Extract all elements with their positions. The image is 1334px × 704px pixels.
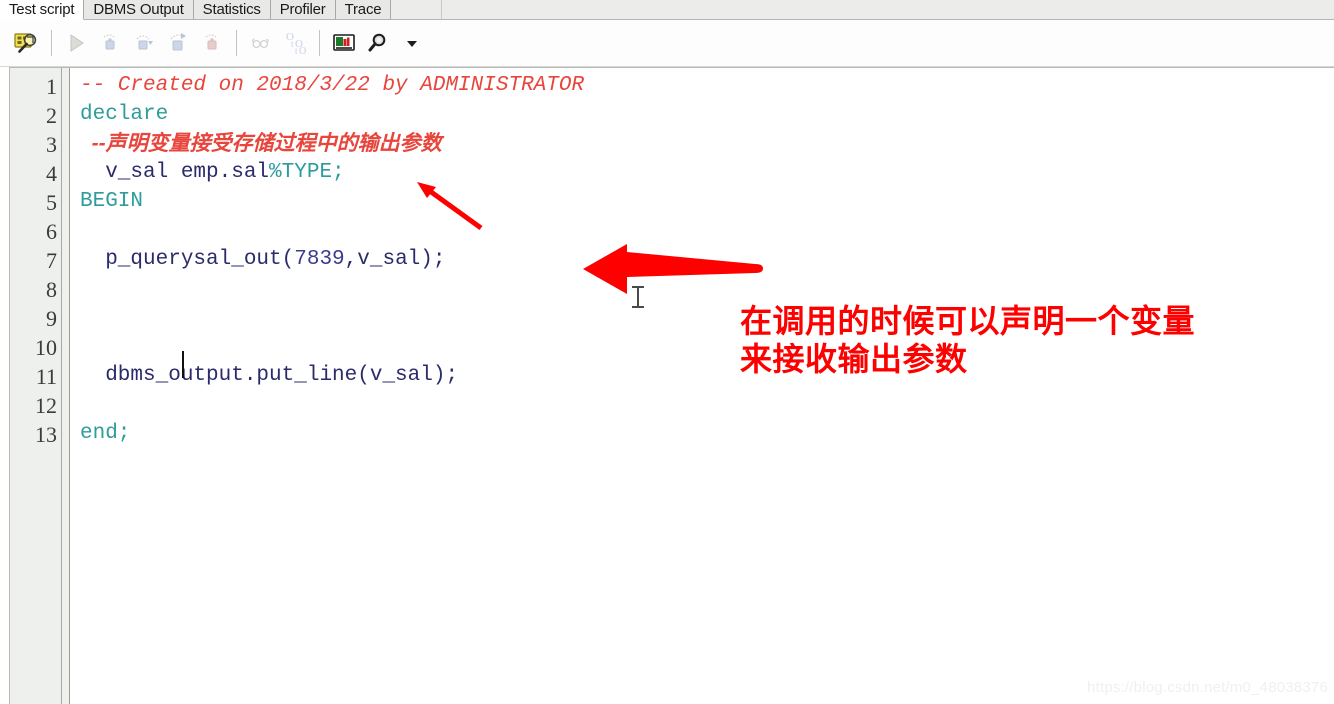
code-token: dbms_output.put_line(v_sal); <box>80 364 459 387</box>
tab-label: Test script <box>9 1 75 18</box>
code-token: end; <box>80 422 131 445</box>
line-number: 6 <box>46 219 57 244</box>
code-token: declare <box>80 103 169 126</box>
tab-test-script[interactable]: Test script <box>0 0 85 20</box>
tab-trace[interactable]: Trace <box>335 0 392 19</box>
toolbar-separator-2 <box>236 30 237 56</box>
run-icon[interactable] <box>59 26 93 60</box>
tab-label: Trace <box>344 1 382 18</box>
code-line: dbms_output.put_line(v_sal); <box>80 361 458 390</box>
code-token: p_querysal_out( <box>80 248 295 271</box>
tab-dbms-output[interactable]: DBMS Output <box>84 0 194 19</box>
tab-profiler[interactable]: Profiler <box>270 0 336 19</box>
toolbar-separator-1 <box>51 30 52 56</box>
code-token: -- Created on 2018/3/22 by ADMINISTRATOR <box>80 74 585 97</box>
editor-frame: 1 2 3 4 5 6 7 8 9 10 11 12 13 -- Created… <box>9 67 1334 704</box>
code-token: %TYPE; <box>269 161 345 184</box>
code-token: --声明变量接受存储过程中的输出参数 <box>80 132 442 155</box>
line-number: 10 <box>35 335 57 360</box>
code-line: end; <box>80 419 130 448</box>
line-number: 8 <box>46 277 57 302</box>
annotation-text: 在调用的时候可以声明一个变量 来接收输出参数 <box>740 302 1270 378</box>
tab-bar-filler <box>441 0 1334 20</box>
code-token: v_sal emp.sal <box>80 161 270 184</box>
text-caret <box>182 351 184 378</box>
annotation-line-2: 来接收输出参数 <box>740 341 968 377</box>
toolbar-separator-3 <box>319 30 320 56</box>
code-token: 7839 <box>294 248 345 271</box>
test-window-icon[interactable] <box>10 26 44 60</box>
toolbar: O t O t O <box>0 20 1334 67</box>
step-over-icon[interactable] <box>127 26 161 60</box>
code-token: BEGIN <box>80 190 144 213</box>
search-icon[interactable] <box>361 26 395 60</box>
tabs-strip: Test script DBMS Output Statistics Profi… <box>0 0 441 20</box>
line-number: 4 <box>46 161 57 186</box>
tab-statistics[interactable]: Statistics <box>193 0 271 19</box>
step-out-icon[interactable] <box>161 26 195 60</box>
line-number: 1 <box>46 74 57 99</box>
line-number: 3 <box>46 132 57 157</box>
line-number: 12 <box>35 393 57 418</box>
run-to-exception-icon[interactable] <box>195 26 229 60</box>
gutter-divider <box>61 68 70 704</box>
breakpoints-icon[interactable] <box>244 26 278 60</box>
step-into-icon[interactable] <box>93 26 127 60</box>
code-text-area[interactable]: -- Created on 2018/3/22 by ADMINISTRATOR… <box>72 68 1334 704</box>
output-window-icon[interactable] <box>327 26 361 60</box>
code-editor[interactable]: 1 2 3 4 5 6 7 8 9 10 11 12 13 -- Created… <box>0 67 1334 704</box>
line-number: 13 <box>35 422 57 447</box>
code-line: BEGIN <box>80 187 143 216</box>
annotation-line-1: 在调用的时候可以声明一个变量 <box>740 303 1196 339</box>
line-number: 11 <box>35 364 57 389</box>
line-number: 5 <box>46 190 57 215</box>
variables-icon[interactable]: O t O t O <box>278 26 312 60</box>
code-line: --声明变量接受存储过程中的输出参数 <box>80 129 442 160</box>
code-token: ,v_sal); <box>344 248 446 271</box>
tab-label: DBMS Output <box>93 1 184 18</box>
code-line: p_querysal_out(7839,v_sal); <box>80 245 446 274</box>
code-line: -- Created on 2018/3/22 by ADMINISTRATOR <box>80 71 584 100</box>
text-ibeam-cursor <box>632 286 644 308</box>
code-line: v_sal emp.sal%TYPE; <box>80 158 345 187</box>
line-number: 7 <box>46 248 57 273</box>
line-number-gutter: 1 2 3 4 5 6 7 8 9 10 11 12 13 <box>10 68 61 704</box>
watermark: https://blog.csdn.net/m0_48038376 <box>1087 679 1328 696</box>
tab-bar: Test script DBMS Output Statistics Profi… <box>0 0 1334 20</box>
code-line: declare <box>80 100 168 129</box>
line-number: 9 <box>46 306 57 331</box>
chevron-down-icon[interactable] <box>395 26 429 60</box>
svg-text:O: O <box>299 46 306 57</box>
line-number: 2 <box>46 103 57 128</box>
tab-label: Profiler <box>279 1 326 18</box>
tab-label: Statistics <box>202 1 261 18</box>
